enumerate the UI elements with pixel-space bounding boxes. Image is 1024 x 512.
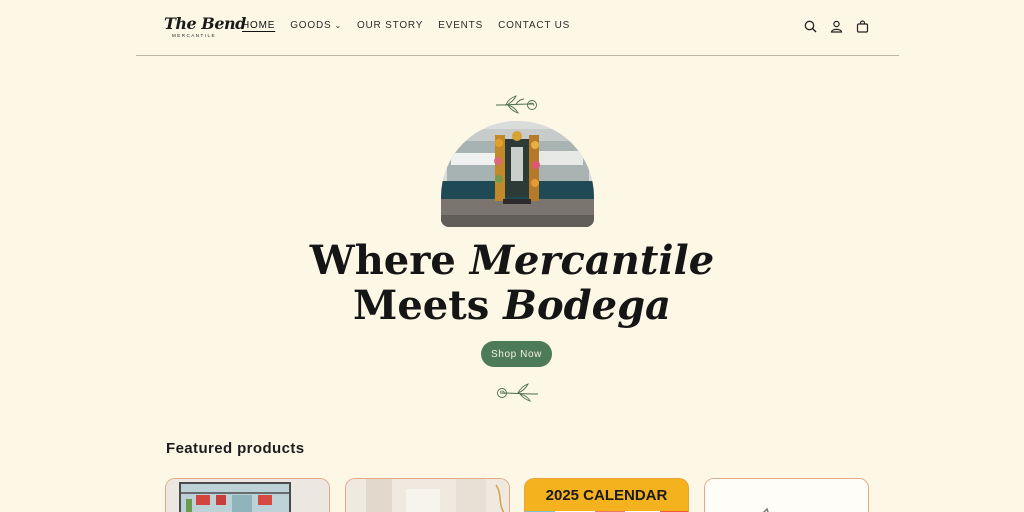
- hero-title-line2: Meets Bodega: [353, 282, 671, 329]
- product-card[interactable]: 2025 CALENDAR: [524, 478, 689, 512]
- logo-subtitle: MERCANTILE: [172, 33, 217, 38]
- storefront-image: [441, 121, 594, 227]
- product-card[interactable]: [165, 478, 330, 512]
- nav-events[interactable]: EVENTS: [438, 20, 483, 31]
- product-card[interactable]: [704, 478, 869, 512]
- cart-icon[interactable]: [855, 18, 869, 34]
- interior-image: [346, 479, 509, 512]
- floral-sprig-icon: [497, 383, 539, 402]
- nav-goods[interactable]: GOODS ⌄: [290, 20, 342, 31]
- nav-home[interactable]: HOME: [242, 20, 275, 31]
- nav-contact-us[interactable]: CONTACT US: [498, 20, 570, 31]
- logo-script: The Bend: [164, 14, 246, 33]
- hero-title-word: Where: [309, 237, 470, 284]
- hero-title-italic: Bodega: [503, 282, 671, 329]
- logo[interactable]: The Bend MERCANTILE: [164, 14, 246, 42]
- calendar-image: [525, 511, 688, 512]
- site-header: The Bend MERCANTILE HOME GOODS ⌄ OUR STOR…: [136, 0, 899, 56]
- chevron-down-icon: ⌄: [334, 21, 342, 30]
- account-icon[interactable]: [829, 18, 843, 34]
- nav-our-story[interactable]: OUR STORY: [357, 20, 423, 31]
- shop-now-button[interactable]: Shop Now: [481, 341, 552, 367]
- hero-title-italic: Mercantile: [469, 237, 715, 284]
- header-icons: [803, 18, 869, 34]
- featured-products-heading: Featured products: [166, 440, 305, 457]
- product-image: [705, 479, 868, 512]
- main-nav: HOME GOODS ⌄ OUR STORY EVENTS CONTACT US: [242, 20, 585, 31]
- hero-title-line1: Where Mercantile: [310, 237, 714, 284]
- nav-goods-label: GOODS: [290, 20, 332, 31]
- hero-title: Where Mercantile Meets Bodega: [0, 238, 1024, 328]
- hero-title-word: Meets: [353, 282, 504, 329]
- product-card[interactable]: [345, 478, 510, 512]
- stained-glass-image: [166, 479, 329, 512]
- search-icon[interactable]: [803, 18, 817, 34]
- floral-sprig-icon: [495, 95, 537, 114]
